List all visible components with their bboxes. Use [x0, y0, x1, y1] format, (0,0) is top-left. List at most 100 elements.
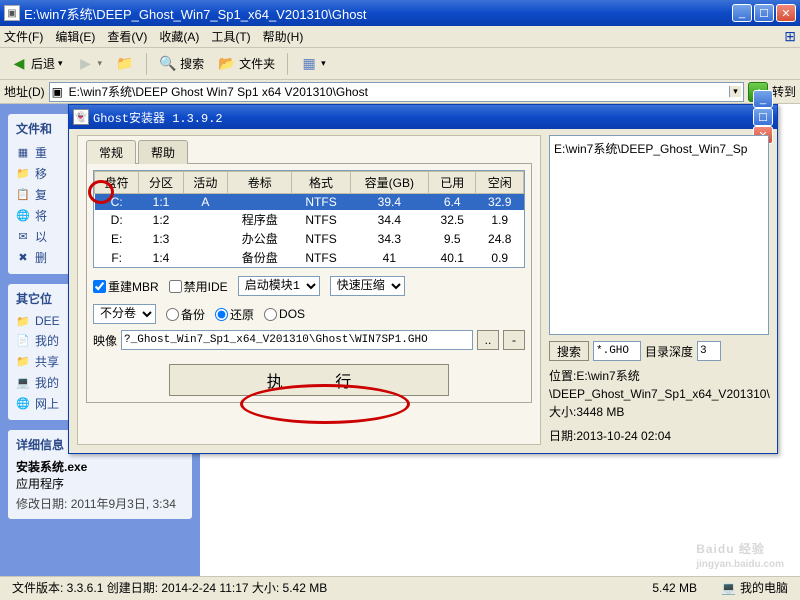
image-path-input[interactable] — [121, 330, 473, 350]
dos-radio[interactable]: DOS — [264, 307, 305, 321]
task-icon: 📋 — [16, 188, 30, 202]
docs-icon: 📄 — [16, 334, 30, 348]
detail-type: 应用程序 — [16, 475, 184, 492]
disk-row[interactable]: F:1:4备份盘NTFS4140.10.9 — [95, 248, 524, 267]
search-icon: 🔍 — [159, 55, 177, 73]
addressbar: 地址(D) ▣ E:\win7系统\DEEP Ghost Win7 Sp1 x6… — [0, 80, 800, 104]
ext-input[interactable] — [593, 341, 641, 361]
status-left: 文件版本: 3.3.6.1 创建日期: 2014-2-24 11:17 大小: … — [6, 579, 333, 596]
folders-label: 文件夹 — [239, 55, 275, 72]
share-icon: 📁 — [16, 355, 30, 369]
folder-icon: ▣ — [4, 5, 20, 21]
minimize-button[interactable]: _ — [732, 4, 752, 22]
chevron-down-icon: ▾ — [321, 58, 326, 69]
maximize-button[interactable]: ☐ — [754, 4, 774, 22]
computer-icon: 💻 — [721, 581, 736, 595]
dlg-maximize-button[interactable]: ☐ — [753, 108, 773, 126]
disk-col-header[interactable]: 分区 — [139, 172, 183, 194]
task-icon: ▦ — [16, 146, 30, 160]
forward-button[interactable]: ▶ ▾ — [73, 53, 107, 75]
chevron-down-icon: ▾ — [98, 58, 103, 69]
menu-edit[interactable]: 编辑(E) — [55, 28, 95, 45]
menubar: 文件(F) 编辑(E) 查看(V) 收藏(A) 工具(T) 帮助(H) ⊞ — [0, 26, 800, 48]
toolbar: ◀ 后退 ▾ ▶ ▾ 📁 🔍 搜索 📂 文件夹 ▦▾ — [0, 48, 800, 80]
address-label: 地址(D) — [4, 83, 45, 100]
menu-favorites[interactable]: 收藏(A) — [159, 28, 199, 45]
folders-button[interactable]: 📂 文件夹 — [214, 53, 279, 75]
task-icon: ✖ — [16, 251, 30, 265]
dialog-titlebar[interactable]: 👻 Ghost安装器 1.3.9.2 _ ☐ ✕ — [69, 105, 777, 129]
dlg-minimize-button[interactable]: _ — [753, 90, 773, 108]
tab-help[interactable]: 帮助 — [138, 140, 188, 164]
disk-row[interactable]: E:1:3办公盘NTFS34.39.524.8 — [95, 229, 524, 248]
disk-col-header[interactable]: 卷标 — [227, 172, 291, 194]
disk-col-header[interactable]: 已用 — [429, 172, 476, 194]
menu-tools[interactable]: 工具(T) — [211, 28, 250, 45]
tab-general[interactable]: 常规 — [86, 140, 136, 164]
explorer-titlebar[interactable]: ▣ E:\win7系统\DEEP_Ghost_Win7_Sp1_x64_V201… — [0, 0, 800, 26]
back-label: 后退 — [31, 55, 55, 72]
computer-icon: 💻 — [16, 376, 30, 390]
detail-mod-value: 2011年9月3日, 3:34 — [71, 497, 176, 511]
depth-input[interactable] — [697, 341, 721, 361]
status-size: 5.42 MB — [646, 581, 703, 595]
disk-col-header[interactable]: 容量(GB) — [350, 172, 428, 194]
task-icon: ✉ — [16, 230, 30, 244]
rebuild-mbr-checkbox[interactable]: 重建MBR — [93, 278, 159, 295]
gho-list[interactable]: E:\win7系统\DEEP_Ghost_Win7_Sp — [549, 135, 769, 335]
boot-module-select[interactable]: 启动模块1 — [238, 276, 320, 296]
window-title: E:\win7系统\DEEP_Ghost_Win7_Sp1_x64_V20131… — [24, 4, 732, 23]
disk-table[interactable]: 盘符分区活动卷标格式容量(GB)已用空闲 C:1:1ANTFS39.46.432… — [93, 170, 525, 268]
views-icon: ▦ — [300, 55, 318, 73]
separator — [146, 53, 147, 75]
views-button[interactable]: ▦▾ — [296, 53, 330, 75]
forward-icon: ▶ — [77, 55, 95, 73]
ghost-icon: 👻 — [73, 109, 89, 125]
up-button[interactable]: 📁 — [112, 53, 138, 75]
statusbar: 文件版本: 3.3.6.1 创建日期: 2014-2-24 11:17 大小: … — [0, 576, 800, 598]
split-select[interactable]: 不分卷 — [93, 304, 156, 324]
browse-button[interactable]: .. — [477, 330, 499, 350]
folder-icon: 📁 — [16, 314, 30, 328]
search-label: 搜索 — [180, 55, 204, 72]
remove-button[interactable]: - — [503, 330, 525, 350]
dialog-right-pane: E:\win7系统\DEEP_Ghost_Win7_Sp 搜索 目录深度 位置:… — [549, 135, 769, 445]
task-icon: 📁 — [16, 167, 30, 181]
dialog-title: Ghost安装器 1.3.9.2 — [93, 109, 753, 126]
address-field[interactable]: ▣ E:\win7系统\DEEP Ghost Win7 Sp1 x64 V201… — [49, 82, 744, 102]
disk-col-header[interactable]: 空闲 — [476, 172, 524, 194]
task-icon: 🌐 — [16, 209, 30, 223]
disk-row[interactable]: C:1:1ANTFS39.46.432.9 — [95, 194, 524, 211]
chevron-down-icon: ▾ — [58, 58, 63, 69]
status-location: 💻我的电脑 — [715, 579, 794, 596]
compress-select[interactable]: 快速压缩 — [330, 276, 405, 296]
menu-help[interactable]: 帮助(H) — [263, 28, 304, 45]
address-drop-icon[interactable]: ▾ — [729, 86, 741, 97]
backup-radio[interactable]: 备份 — [166, 306, 205, 323]
gho-info: 位置:E:\win7系统\DEEP_Ghost_Win7_Sp1_x64_V20… — [549, 367, 769, 445]
disk-row[interactable]: D:1:2程序盘NTFS34.432.51.9 — [95, 210, 524, 229]
menu-view[interactable]: 查看(V) — [107, 28, 147, 45]
back-button[interactable]: ◀ 后退 ▾ — [6, 53, 67, 75]
windows-flag-icon: ⊞ — [784, 28, 796, 45]
disk-col-header[interactable]: 活动 — [183, 172, 227, 194]
disk-col-header[interactable]: 盘符 — [95, 172, 139, 194]
detail-mod-label: 修改日期: — [16, 497, 67, 511]
ghost-installer-dialog: 👻 Ghost安装器 1.3.9.2 _ ☐ ✕ 常规 帮助 盘符分区活动卷标格… — [68, 104, 778, 454]
address-value: E:\win7系统\DEEP Ghost Win7 Sp1 x64 V20131… — [69, 83, 368, 100]
search-gho-button[interactable]: 搜索 — [549, 341, 589, 361]
restore-radio[interactable]: 还原 — [215, 306, 254, 323]
tab-content: 盘符分区活动卷标格式容量(GB)已用空闲 C:1:1ANTFS39.46.432… — [86, 163, 532, 403]
depth-label: 目录深度 — [645, 343, 693, 360]
execute-button[interactable]: 执 行 — [169, 364, 449, 396]
search-button[interactable]: 🔍 搜索 — [155, 53, 208, 75]
close-button[interactable]: ✕ — [776, 4, 796, 22]
dialog-left-pane: 常规 帮助 盘符分区活动卷标格式容量(GB)已用空闲 C:1:1ANTFS39.… — [77, 135, 541, 445]
disk-col-header[interactable]: 格式 — [292, 172, 350, 194]
menu-file[interactable]: 文件(F) — [4, 28, 43, 45]
back-icon: ◀ — [10, 55, 28, 73]
separator — [287, 53, 288, 75]
image-label: 映像 — [93, 332, 117, 349]
folders-icon: 📂 — [218, 55, 236, 73]
disable-ide-checkbox[interactable]: 禁用IDE — [169, 278, 228, 295]
